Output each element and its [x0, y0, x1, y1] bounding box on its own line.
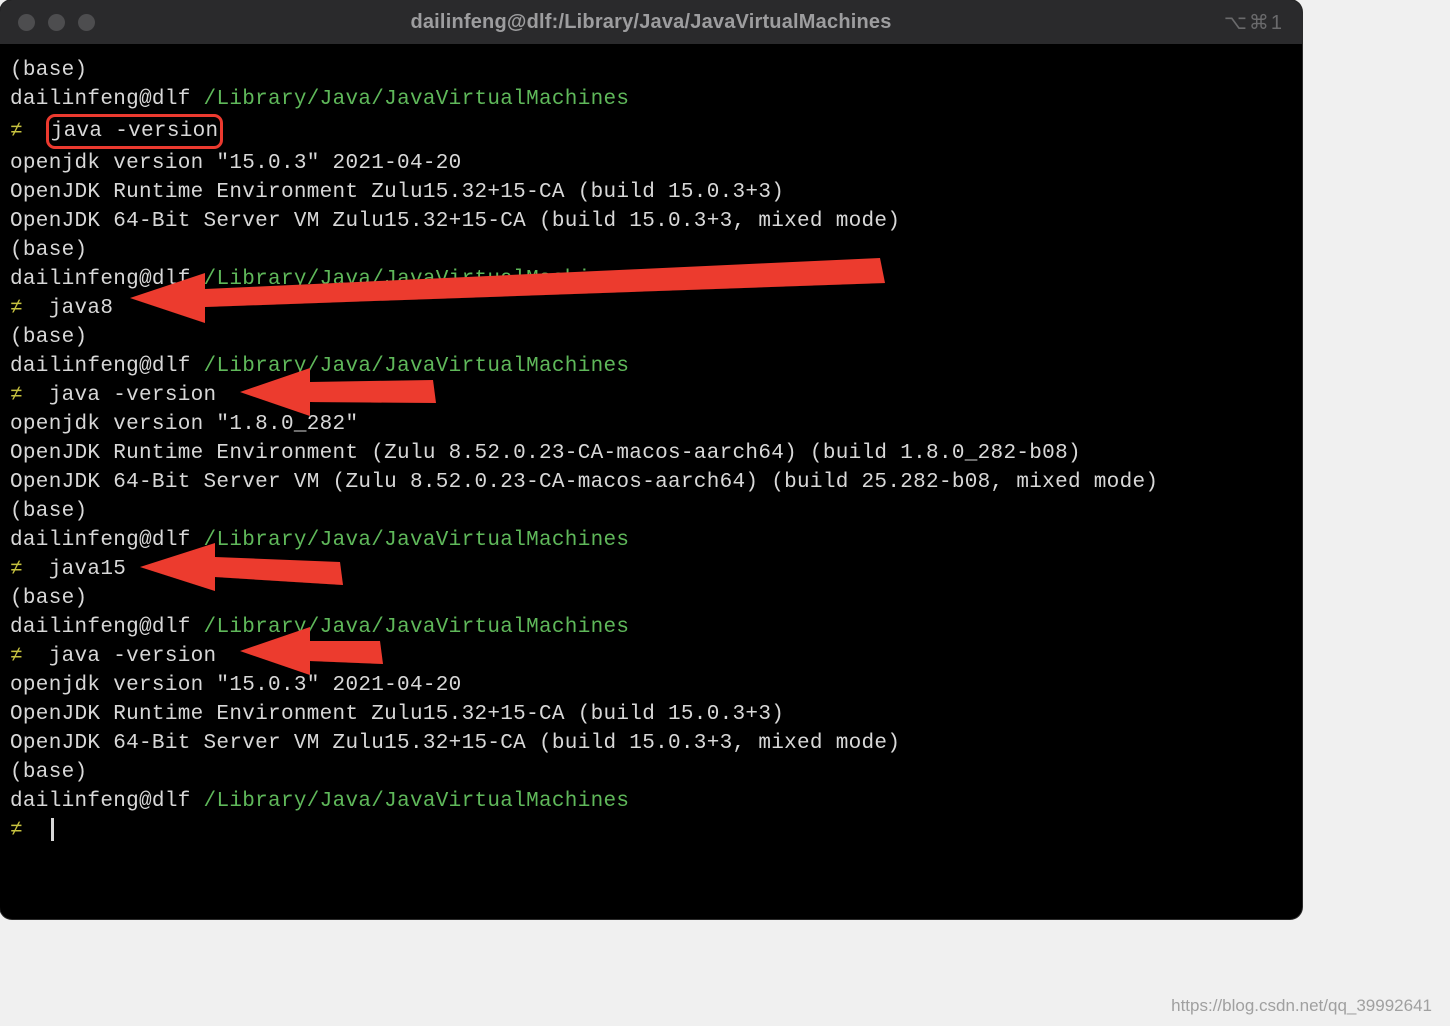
command-line: ≠ java8 [10, 294, 1292, 323]
minimize-button[interactable] [48, 14, 65, 31]
output-line: OpenJDK 64-Bit Server VM (Zulu 8.52.0.23… [10, 468, 1292, 497]
window-shortcut: ⌥⌘1 [1224, 10, 1284, 35]
output-line: OpenJDK 64-Bit Server VM Zulu15.32+15-CA… [10, 729, 1292, 758]
watermark: https://blog.csdn.net/qq_39992641 [1171, 996, 1432, 1016]
highlight-box: java -version [46, 114, 224, 149]
cursor [51, 818, 54, 841]
prompt-line: dailinfeng@dlf /Library/Java/JavaVirtual… [10, 613, 1292, 642]
command-line: ≠ java -version [10, 381, 1292, 410]
output-line: (base) [10, 323, 1292, 352]
output-line: (base) [10, 236, 1292, 265]
output-line: (base) [10, 497, 1292, 526]
command-line: ≠ [10, 816, 1292, 845]
command-line: ≠ java -version [10, 642, 1292, 671]
prompt-line: dailinfeng@dlf /Library/Java/JavaVirtual… [10, 787, 1292, 816]
prompt-line: dailinfeng@dlf /Library/Java/JavaVirtual… [10, 265, 1292, 294]
prompt-line: dailinfeng@dlf /Library/Java/JavaVirtual… [10, 526, 1292, 555]
traffic-lights [18, 14, 95, 31]
output-line: openjdk version "15.0.3" 2021-04-20 [10, 149, 1292, 178]
terminal-content[interactable]: (base) dailinfeng@dlf /Library/Java/Java… [0, 44, 1302, 857]
output-line: OpenJDK Runtime Environment (Zulu 8.52.0… [10, 439, 1292, 468]
command-line: ≠ java -version [10, 114, 1292, 149]
output-line: openjdk version "15.0.3" 2021-04-20 [10, 671, 1292, 700]
prompt-line: dailinfeng@dlf /Library/Java/JavaVirtual… [10, 85, 1292, 114]
close-button[interactable] [18, 14, 35, 31]
command-line: ≠ java15 [10, 555, 1292, 584]
output-line: (base) [10, 56, 1292, 85]
output-line: OpenJDK Runtime Environment Zulu15.32+15… [10, 700, 1292, 729]
terminal-window[interactable]: dailinfeng@dlf:/Library/Java/JavaVirtual… [0, 0, 1302, 919]
output-line: openjdk version "1.8.0_282" [10, 410, 1292, 439]
output-line: (base) [10, 584, 1292, 613]
window-title: dailinfeng@dlf:/Library/Java/JavaVirtual… [410, 11, 891, 34]
maximize-button[interactable] [78, 14, 95, 31]
output-line: (base) [10, 758, 1292, 787]
output-line: OpenJDK Runtime Environment Zulu15.32+15… [10, 178, 1292, 207]
output-line: OpenJDK 64-Bit Server VM Zulu15.32+15-CA… [10, 207, 1292, 236]
titlebar: dailinfeng@dlf:/Library/Java/JavaVirtual… [0, 0, 1302, 44]
prompt-line: dailinfeng@dlf /Library/Java/JavaVirtual… [10, 352, 1292, 381]
